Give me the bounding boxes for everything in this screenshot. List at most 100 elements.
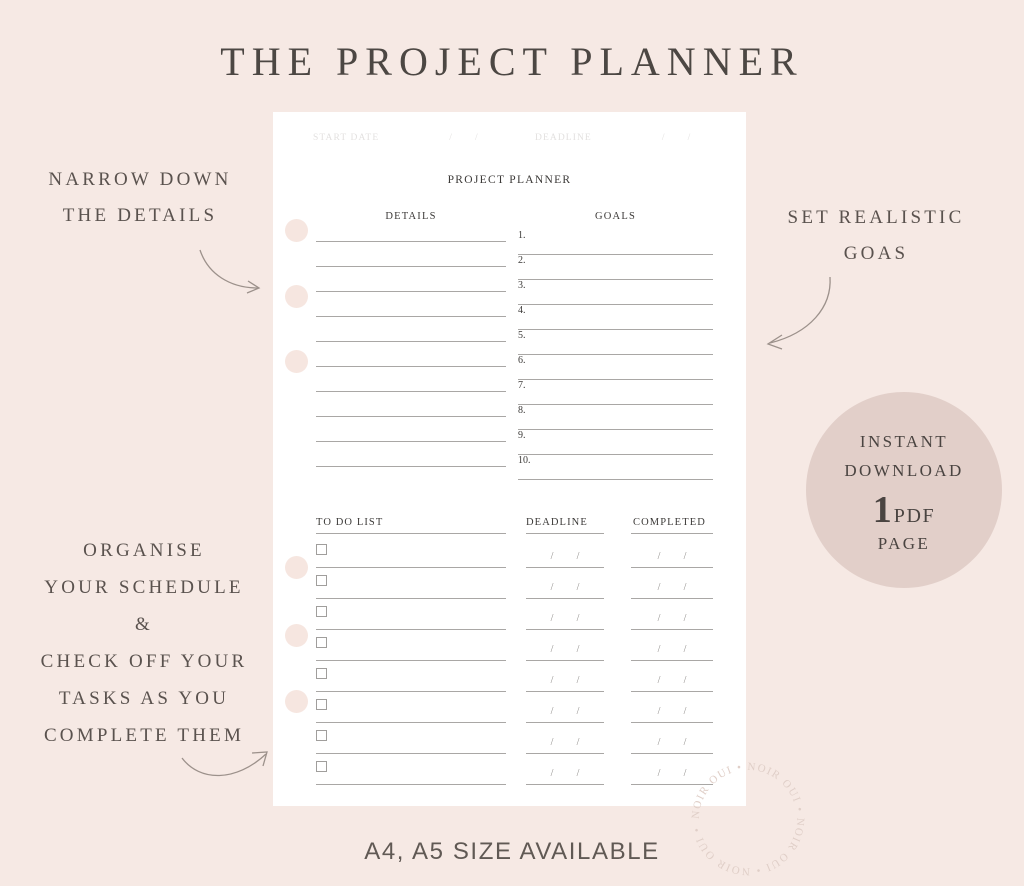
- deadline-slash-2: /: [687, 133, 692, 143]
- binder-hole-icon: [285, 350, 308, 373]
- todo-row: / / / /: [273, 537, 746, 568]
- todo-completed-date[interactable]: / /: [631, 737, 713, 748]
- todo-heading-rule: [316, 533, 506, 534]
- badge-format-label: PDF: [893, 504, 936, 527]
- details-line[interactable]: [316, 416, 506, 417]
- arrow-to-todo-icon: [181, 751, 268, 777]
- goal-number: 4.: [518, 305, 526, 316]
- badge-unit-label: PAGE: [877, 533, 931, 553]
- todo-completed-date[interactable]: / /: [631, 706, 713, 717]
- goal-number: 8.: [518, 405, 526, 416]
- deadline-label: DEADLINE: [535, 133, 592, 143]
- start-date-slash-2: /: [474, 133, 479, 143]
- details-line[interactable]: [316, 366, 506, 367]
- goal-row[interactable]: 9.: [518, 430, 713, 455]
- goal-row[interactable]: 5.: [518, 330, 713, 355]
- annotation-line: TASKS AS YOU: [58, 688, 230, 709]
- todo-deadline-date[interactable]: / /: [526, 551, 604, 562]
- todo-checkbox[interactable]: [316, 637, 327, 648]
- todo-checkbox[interactable]: [316, 606, 327, 617]
- todo-checkbox[interactable]: [316, 699, 327, 710]
- deadline-slash-1: /: [661, 133, 666, 143]
- start-date-field[interactable]: START DATE / /: [313, 133, 535, 143]
- sheet-title: PROJECT PLANNER: [447, 174, 572, 186]
- todo-deadline-heading: DEADLINE: [526, 517, 588, 528]
- arrow-to-goals-icon: [766, 276, 831, 350]
- badge-line-download: DOWNLOAD: [844, 460, 964, 480]
- planner-sheet: START DATE / / DEADLINE / / PROJECT PLAN…: [273, 112, 746, 806]
- annotation-line: ORGANISE: [83, 540, 205, 561]
- details-line[interactable]: [316, 266, 506, 267]
- todo-rows: / / / / / / / / / / / / / / / / / / / / / / / / / / / / / / / /: [273, 537, 746, 785]
- todo-task-line[interactable]: [316, 784, 506, 785]
- todo-deadline-date[interactable]: / /: [526, 613, 604, 624]
- deadline-date-field[interactable]: DEADLINE / /: [535, 133, 691, 143]
- binder-hole-icon: [285, 219, 308, 242]
- todo-deadline-date[interactable]: / /: [526, 737, 604, 748]
- goal-row[interactable]: 3.: [518, 280, 713, 305]
- details-heading: DETAILS: [385, 211, 437, 222]
- deadline-heading-rule: [526, 533, 604, 534]
- binder-hole-icon: [285, 285, 308, 308]
- sheet-date-header: START DATE / / DEADLINE / /: [313, 133, 718, 143]
- goal-row[interactable]: 6.: [518, 355, 713, 380]
- todo-checkbox[interactable]: [316, 575, 327, 586]
- arrow-to-details-icon: [199, 249, 261, 294]
- todo-deadline-date[interactable]: / /: [526, 768, 604, 779]
- todo-deadline-date[interactable]: / /: [526, 582, 604, 593]
- instant-download-badge: INSTANT DOWNLOAD 1 PDF PAGE: [806, 392, 1002, 588]
- goal-line: [518, 479, 713, 480]
- annotation-line: &: [135, 614, 153, 635]
- todo-checkbox[interactable]: [316, 668, 327, 679]
- todo-completed-date[interactable]: / /: [631, 675, 713, 686]
- todo-completed-date[interactable]: / /: [631, 582, 713, 593]
- footer-caption: A4, A5 SIZE AVAILABLE: [364, 838, 660, 865]
- annotation-line: YOUR SCHEDULE: [44, 577, 244, 598]
- todo-checkbox[interactable]: [316, 761, 327, 772]
- goal-row[interactable]: 4.: [518, 305, 713, 330]
- goal-number: 9.: [518, 430, 526, 441]
- details-line[interactable]: [316, 291, 506, 292]
- todo-completed-date[interactable]: / /: [631, 644, 713, 655]
- details-line[interactable]: [316, 241, 506, 242]
- todo-completed-date[interactable]: / /: [631, 613, 713, 624]
- details-line[interactable]: [316, 316, 506, 317]
- annotation-line: SET REALISTIC: [787, 207, 965, 228]
- todo-deadline-date[interactable]: / /: [526, 675, 604, 686]
- annotation-line: CHECK OFF YOUR: [40, 651, 248, 672]
- todo-checkbox[interactable]: [316, 730, 327, 741]
- annotation-line: GOAS: [843, 243, 909, 264]
- start-date-slash-1: /: [449, 133, 453, 143]
- goal-row[interactable]: 1.: [518, 230, 713, 255]
- details-line[interactable]: [316, 441, 506, 442]
- details-line[interactable]: [316, 341, 506, 342]
- completed-heading-rule: [631, 533, 713, 534]
- todo-completed-date[interactable]: / /: [631, 551, 713, 562]
- todo-deadline-date[interactable]: / /: [526, 706, 604, 717]
- todo-row: / / / /: [273, 723, 746, 754]
- todo-row: / / / /: [273, 568, 746, 599]
- goal-row[interactable]: 7.: [518, 380, 713, 405]
- details-line[interactable]: [316, 466, 506, 467]
- annotation-organise-your-schedule: ORGANISE YOUR SCHEDULE & CHECK OFF YOUR TASK…: [6, 532, 282, 754]
- details-line[interactable]: [316, 391, 506, 392]
- annotation-set-realistic-goals: SET REALISTIC GOAS: [760, 200, 992, 272]
- annotation-line: THE DETAILS: [62, 205, 218, 226]
- goal-number: 2.: [518, 255, 526, 266]
- goal-row[interactable]: 10.: [518, 455, 713, 480]
- todo-row: / / / /: [273, 692, 746, 723]
- todo-row: / / / /: [273, 599, 746, 630]
- todo-deadline-line: [526, 784, 604, 785]
- goal-row[interactable]: 8.: [518, 405, 713, 430]
- goal-number: 3.: [518, 280, 526, 291]
- goal-number: 5.: [518, 330, 526, 341]
- todo-checkbox[interactable]: [316, 544, 327, 555]
- goal-row[interactable]: 2.: [518, 255, 713, 280]
- todo-row: / / / /: [273, 661, 746, 692]
- start-date-label: START DATE: [313, 133, 380, 143]
- goal-number: 10.: [518, 455, 531, 466]
- goal-number: 1.: [518, 230, 526, 241]
- annotation-narrow-down-the-details: NARROW DOWN THE DETAILS: [18, 162, 262, 234]
- todo-list-heading: TO DO LIST: [316, 517, 384, 528]
- todo-deadline-date[interactable]: / /: [526, 644, 604, 655]
